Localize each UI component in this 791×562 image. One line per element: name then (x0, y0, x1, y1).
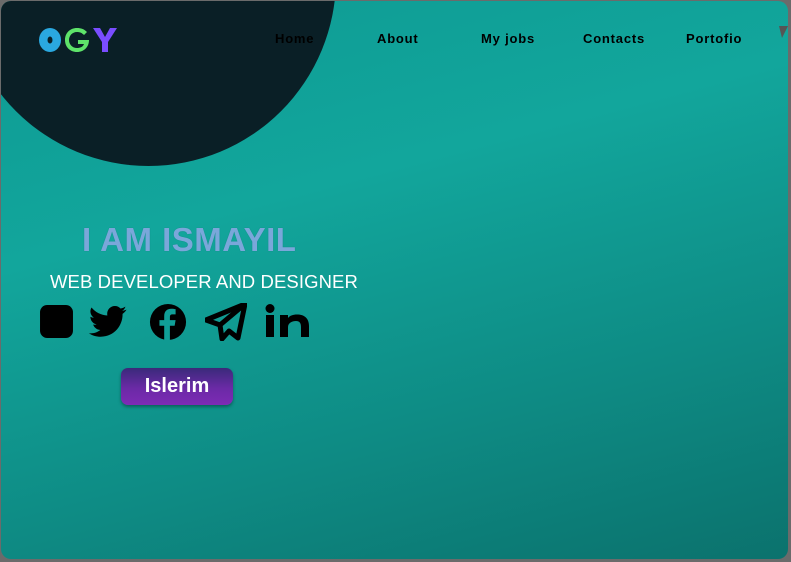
telegram-icon[interactable] (205, 303, 247, 341)
nav-link-portofio[interactable]: Portofio (686, 31, 742, 46)
twitter-icon[interactable] (88, 306, 128, 338)
page: Home About My jobs Contacts Portofio I A… (1, 1, 788, 559)
hero-title: I AM ISMAYIL (82, 221, 297, 258)
islerim-button[interactable]: Islerim (121, 368, 233, 405)
logo-letter-o (39, 28, 61, 52)
facebook-icon[interactable] (143, 303, 193, 341)
nav-link-contacts[interactable]: Contacts (583, 31, 645, 46)
logo-letter-g (65, 28, 89, 52)
logo-letter-y (93, 28, 117, 52)
linkedin-icon[interactable] (265, 304, 317, 338)
logo[interactable] (38, 27, 118, 53)
nav-link-about[interactable]: About (377, 31, 419, 46)
instagram-icon[interactable] (39, 304, 74, 339)
hero-subtitle: WEB DEVELOPER AND DESIGNER (50, 271, 358, 292)
nav-link-home[interactable]: Home (275, 31, 314, 46)
nav-overflow-marker (779, 26, 788, 38)
header-blob (1, 1, 336, 166)
nav-link-my-jobs[interactable]: My jobs (481, 31, 535, 46)
